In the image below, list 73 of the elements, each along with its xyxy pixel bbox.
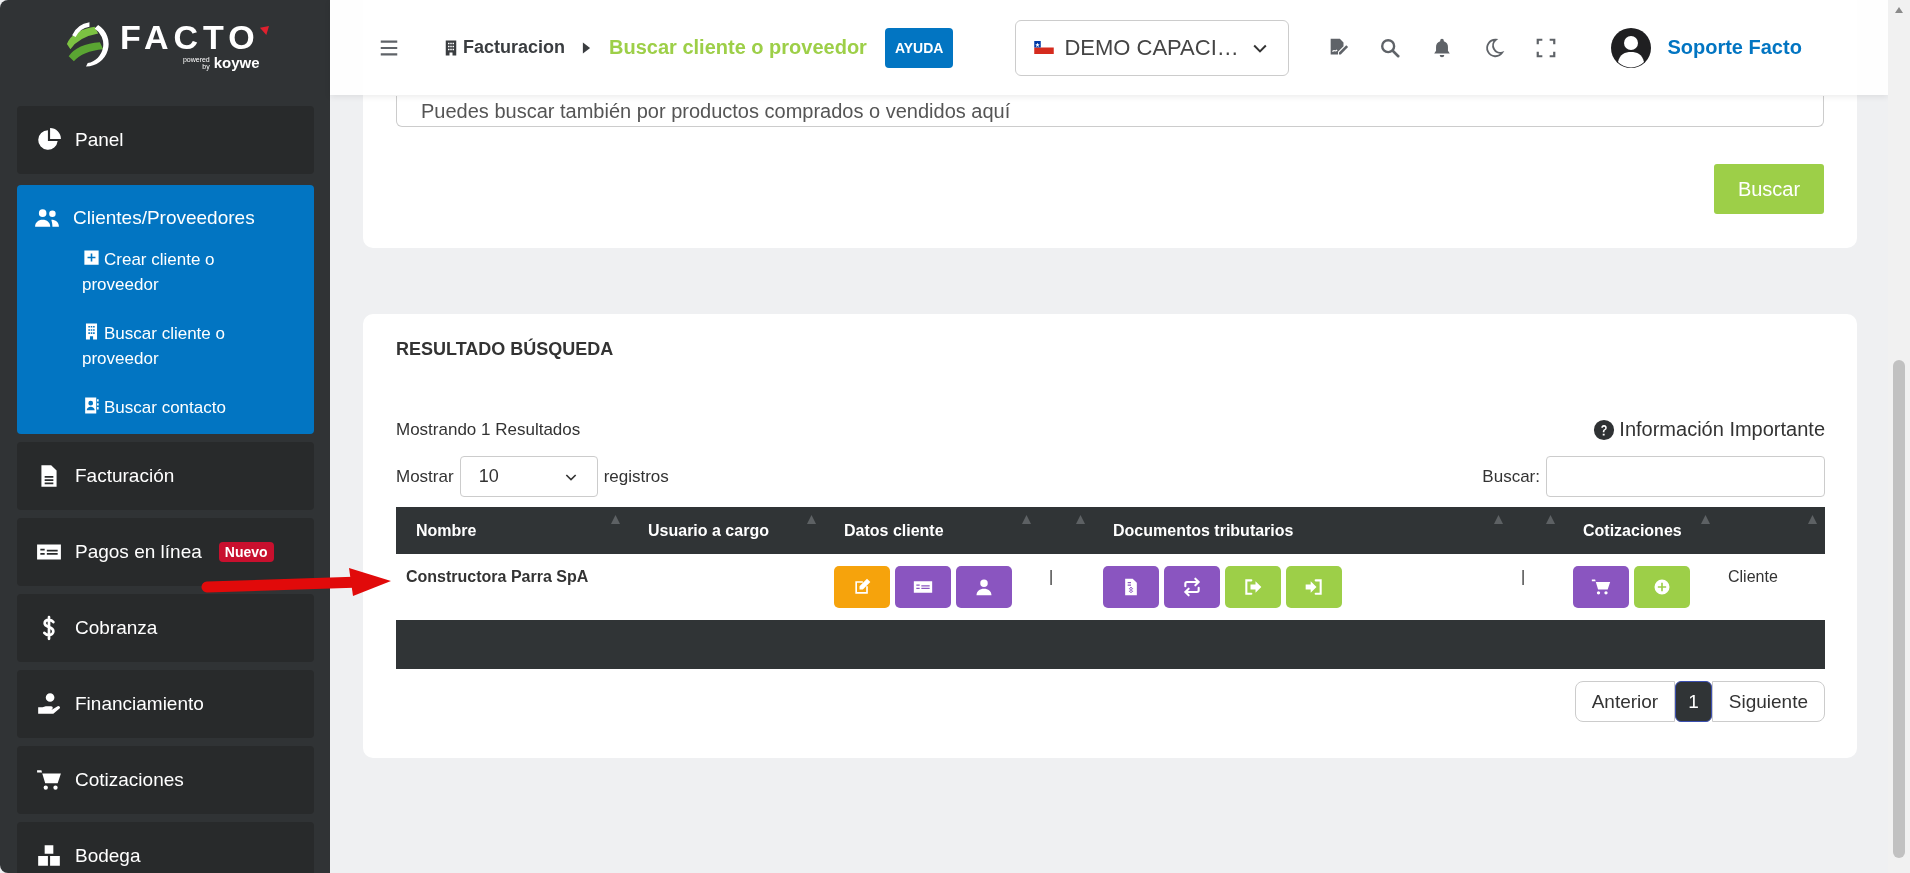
table-cell: Constructora Parra SpA — [406, 568, 589, 586]
show-label: Mostrar — [396, 466, 454, 487]
table-cell: Cliente — [1728, 568, 1778, 586]
table-cell: | — [1521, 568, 1526, 586]
section-title: RESULTADO BÚSQUEDA — [396, 337, 615, 361]
flag-icon — [1034, 41, 1055, 54]
column-header[interactable]: Cotizaciones — [1563, 507, 1718, 554]
sidebar-item[interactable]: Cotizaciones — [17, 746, 314, 814]
exchange-button[interactable] — [1164, 566, 1220, 608]
brand-name: koywe — [213, 54, 260, 71]
filter-field[interactable] — [1546, 456, 1825, 497]
sidebar-item[interactable]: Financiamiento — [17, 670, 314, 738]
sort-icon — [1546, 515, 1555, 524]
money-card-button[interactable] — [895, 566, 951, 608]
sign-out-icon — [1243, 577, 1263, 597]
user-button[interactable] — [956, 566, 1012, 608]
user-icon — [974, 577, 994, 597]
moon-icon[interactable] — [1483, 36, 1506, 59]
cart-button[interactable] — [1573, 566, 1629, 608]
sort-icon — [1701, 515, 1710, 524]
pie-icon — [36, 127, 62, 153]
sign-in-icon — [1304, 577, 1324, 597]
column-header[interactable]: Datos cliente — [824, 507, 1039, 554]
submenu-item[interactable]: Crear cliente o proveedor — [82, 247, 257, 297]
cart-icon — [1591, 577, 1611, 597]
column-header[interactable]: Documentos tributarios — [1093, 507, 1511, 554]
scroll-up-icon[interactable] — [1894, 6, 1904, 14]
help-button[interactable]: AYUDA — [884, 27, 954, 68]
hand-dollar-icon — [36, 691, 62, 717]
results-count: Mostrando 1 Resultados — [396, 419, 581, 440]
filter-label: Buscar: — [1482, 466, 1540, 487]
column-header[interactable]: Nombre — [396, 507, 628, 554]
edit-icon — [852, 577, 872, 597]
search-icon[interactable] — [1379, 36, 1402, 59]
caret-right-icon — [582, 41, 592, 54]
submenu-item[interactable]: Buscar cliente o proveedor — [82, 321, 257, 371]
page-title: Buscar cliente o proveedor — [609, 36, 867, 59]
exchange-icon — [1182, 577, 1202, 597]
page-button[interactable]: Anterior — [1574, 681, 1676, 722]
sort-icon — [1022, 515, 1031, 524]
sort-icon — [1494, 515, 1503, 524]
sidebar-item[interactable]: Clientes/Proveedores — [34, 205, 255, 231]
sidebar-item[interactable]: Panel — [17, 106, 314, 174]
company-select[interactable]: DEMO CAPACI… — [1015, 19, 1290, 76]
boxes-icon — [36, 843, 62, 869]
logo-flag-icon — [259, 26, 269, 35]
page-size-select[interactable]: 10 — [459, 456, 598, 497]
avatar-icon[interactable] — [1611, 27, 1652, 68]
records-label: registros — [603, 466, 669, 487]
search-field[interactable]: Puedes buscar también por productos comprados o vendidos aquí — [396, 96, 1824, 127]
submenu-item[interactable]: Buscar contacto — [82, 395, 257, 420]
breadcrumb-link[interactable]: Facturacion — [442, 37, 566, 58]
info-link[interactable]: Información Importante — [1593, 418, 1825, 441]
sort-icon — [1076, 515, 1085, 524]
fullscreen-icon[interactable] — [1535, 36, 1558, 59]
sort-icon — [807, 515, 816, 524]
page-button[interactable]: Siguiente — [1711, 681, 1825, 722]
contact-icon — [82, 396, 101, 415]
sort-icon — [1808, 515, 1817, 524]
user-name-link[interactable]: Soporte Facto — [1667, 36, 1802, 59]
file-dollar-button[interactable] — [1103, 566, 1159, 608]
sidebar-item[interactable]: Pagos en línea Nuevo — [17, 518, 314, 586]
column-header[interactable]: Usuario a cargo — [628, 507, 824, 554]
new-badge: Nuevo — [218, 542, 274, 562]
logo-wordmark: FACTO — [120, 18, 260, 56]
sidebar-item[interactable]: Facturación — [17, 442, 314, 510]
table-cell: | — [1049, 568, 1054, 586]
page-button[interactable]: 1 — [1675, 681, 1712, 722]
cart-icon — [36, 767, 62, 793]
help-icon — [1593, 418, 1616, 441]
sort-icon — [611, 515, 620, 524]
sidebar-item[interactable]: Bodega — [17, 822, 314, 873]
sidebar-item[interactable]: Cobranza — [17, 594, 314, 662]
